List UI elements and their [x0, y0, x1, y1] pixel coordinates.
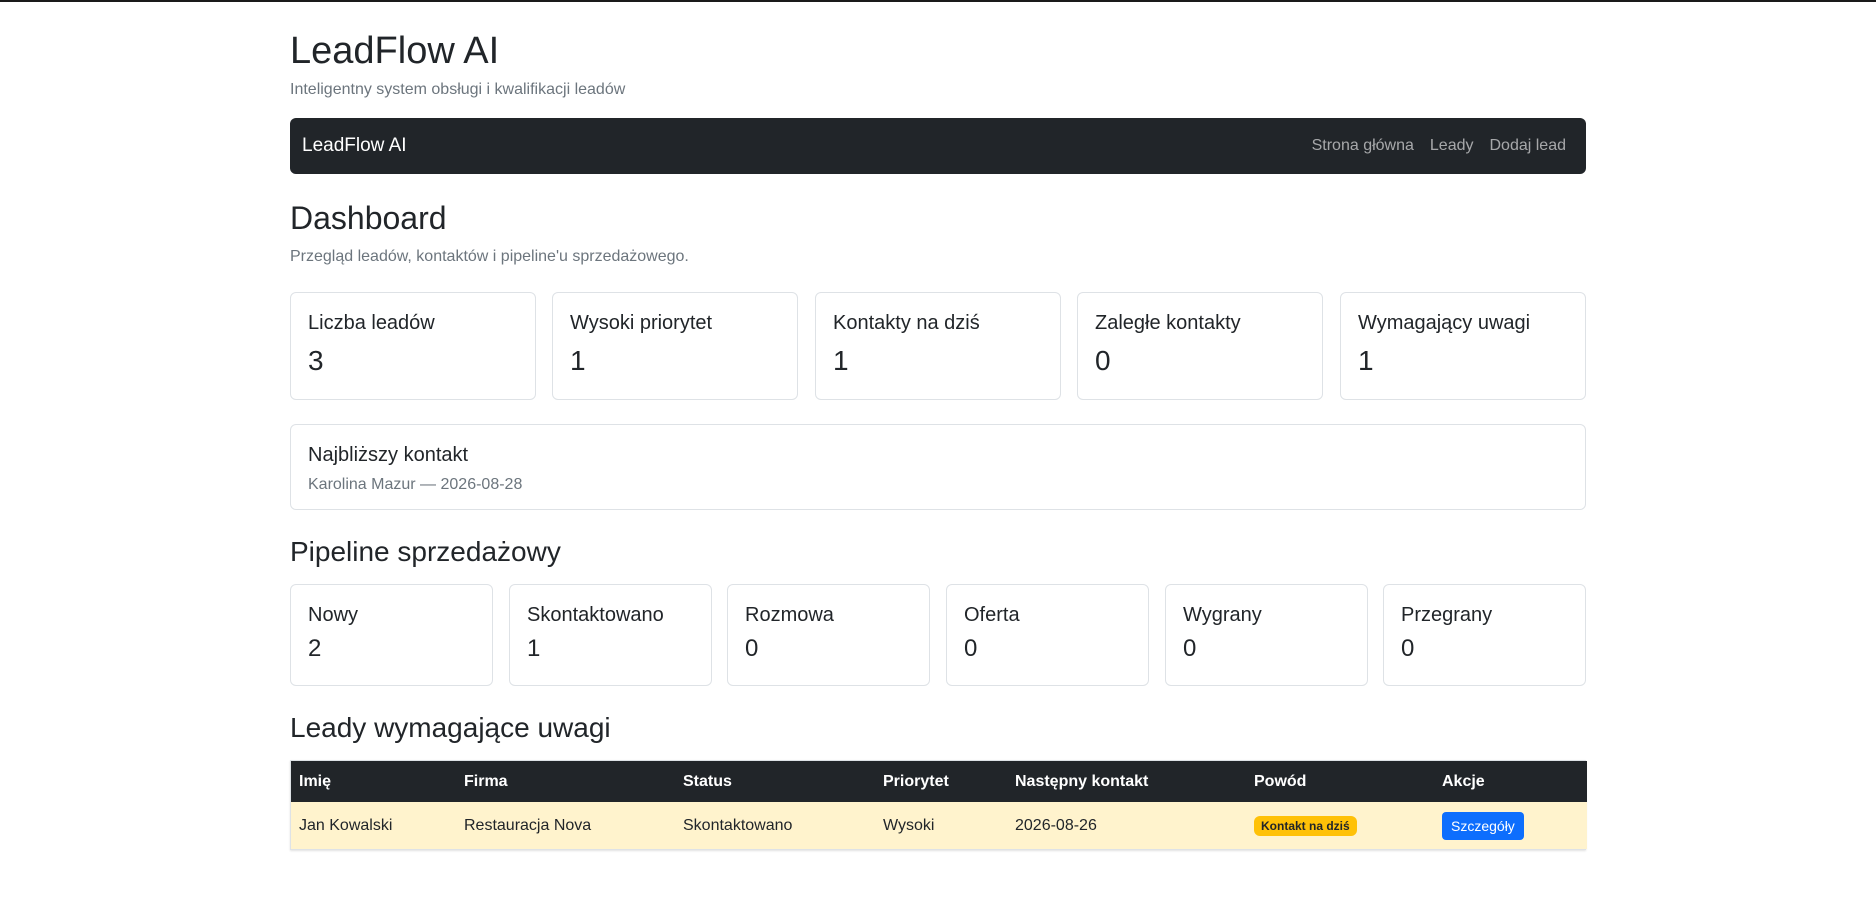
pipeline-stage-label: Wygrany — [1183, 604, 1262, 626]
pipeline-stage-label: Oferta — [964, 604, 1020, 626]
top-border — [0, 0, 1876, 2]
site-subtitle: Inteligentny system obsługi i kwalifikac… — [290, 81, 626, 98]
cell-priority: Wysoki — [883, 816, 935, 834]
stat-card-value: 1 — [833, 345, 849, 376]
cell-next-contact: 2026-08-26 — [1015, 816, 1097, 834]
pipeline-stage-label: Przegrany — [1401, 604, 1493, 626]
pipeline-stage-contacted: Skontaktowano 1 — [509, 584, 712, 686]
column-header-priority: Priorytet — [883, 772, 949, 790]
pipeline-title: Pipeline sprzedażowy — [290, 536, 561, 567]
stat-card-label: Kontakty na dziś — [833, 312, 980, 334]
stat-card-needs-attention: Wymagający uwagi 1 — [1340, 292, 1586, 400]
column-header-name: Imię — [299, 772, 332, 790]
pipeline-stage-value: 2 — [308, 635, 322, 662]
site-title: LeadFlow AI — [290, 30, 500, 72]
pipeline-stage-lost: Przegrany 0 — [1383, 584, 1586, 686]
pipeline-stage-value: 0 — [745, 635, 759, 662]
table-row: Jan Kowalski Restauracja Nova Skontaktow… — [291, 802, 1587, 849]
column-header-company: Firma — [464, 772, 508, 790]
stat-card-value: 1 — [570, 345, 586, 376]
column-header-status: Status — [683, 772, 732, 790]
nav-link-leads[interactable]: Leady — [1430, 136, 1474, 156]
nav-link-add-lead[interactable]: Dodaj lead — [1490, 136, 1567, 156]
cell-actions: Szczegóły — [1434, 802, 1587, 849]
stat-card-label: Wymagający uwagi — [1358, 312, 1531, 334]
details-button[interactable]: Szczegóły — [1442, 811, 1524, 840]
cell-name: Jan Kowalski — [299, 816, 393, 834]
column-header-next-contact: Następny kontakt — [1015, 772, 1149, 790]
column-header-actions: Akcje — [1442, 772, 1485, 790]
stat-card-value: 3 — [308, 345, 324, 376]
attention-table-wrapper: Imię Firma Status Priorytet Następny kon… — [290, 760, 1587, 850]
stat-card-label: Liczba leadów — [308, 312, 435, 334]
stat-card-label: Wysoki priorytet — [570, 312, 713, 334]
nav-link-home[interactable]: Strona główna — [1312, 136, 1414, 156]
pipeline-stage-value: 1 — [527, 635, 541, 662]
pipeline-stage-label: Nowy — [308, 604, 359, 626]
cell-company: Restauracja Nova — [464, 816, 592, 834]
navbar: LeadFlow AI Strona główna Leady Dodaj le… — [290, 118, 1586, 174]
pipeline-stage-offer: Oferta 0 — [946, 584, 1149, 686]
nav-links: Strona główna Leady Dodaj lead — [1312, 136, 1566, 156]
next-contact-card: Najbliższy kontakt Karolina Mazur — 2026… — [290, 424, 1586, 510]
next-contact-text: Karolina Mazur — 2026-08-28 — [308, 476, 523, 493]
navbar-brand[interactable]: LeadFlow AI — [302, 134, 407, 158]
cell-reason: Kontakt na dziś — [1246, 802, 1434, 849]
pipeline-stage-label: Skontaktowano — [527, 604, 664, 626]
pipeline-stage-value: 0 — [964, 635, 978, 662]
table-header-row: Imię Firma Status Priorytet Następny kon… — [291, 761, 1587, 802]
stat-card-high-priority: Wysoki priorytet 1 — [552, 292, 798, 400]
pipeline-stage-won: Wygrany 0 — [1165, 584, 1368, 686]
pipeline-stage-value: 0 — [1401, 635, 1415, 662]
pipeline-stage-new: Nowy 2 — [290, 584, 493, 686]
pipeline-stage-conversation: Rozmowa 0 — [727, 584, 930, 686]
page-lead: Przegląd leadów, kontaktów i pipeline'u … — [290, 248, 689, 265]
stat-card-value: 0 — [1095, 345, 1111, 376]
reason-badge: Kontakt na dziś — [1254, 815, 1357, 836]
page-title: Dashboard — [290, 200, 447, 236]
column-header-reason: Powód — [1254, 772, 1307, 790]
pipeline-stage-label: Rozmowa — [745, 604, 834, 626]
cell-status: Skontaktowano — [683, 816, 793, 834]
stat-card-label: Zaległe kontakty — [1095, 312, 1241, 334]
next-contact-title: Najbliższy kontakt — [308, 444, 469, 466]
stat-card-leads-count: Liczba leadów 3 — [290, 292, 536, 400]
stat-card-value: 1 — [1358, 345, 1374, 376]
stat-card-contacts-today: Kontakty na dziś 1 — [815, 292, 1061, 400]
attention-table: Imię Firma Status Priorytet Następny kon… — [291, 761, 1587, 849]
pipeline-stage-value: 0 — [1183, 635, 1197, 662]
stat-card-overdue-contacts: Zaległe kontakty 0 — [1077, 292, 1323, 400]
attention-title: Leady wymagające uwagi — [290, 712, 611, 743]
